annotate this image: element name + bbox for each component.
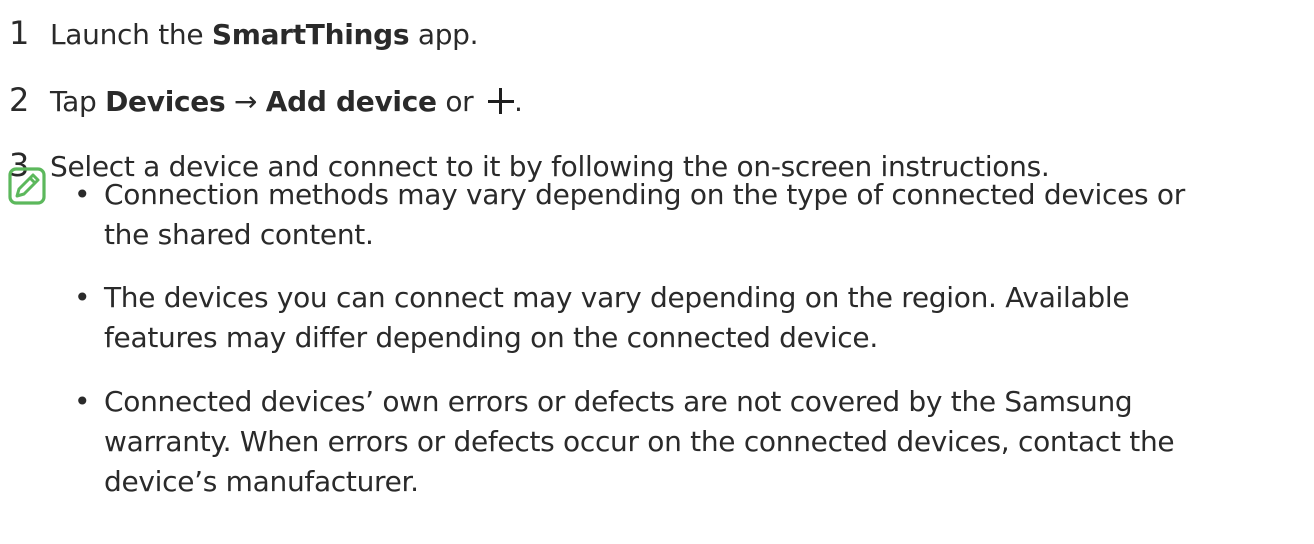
note-bullet-item: • Connection methods may vary depending … [74, 175, 1304, 255]
step-number: 1 [9, 14, 30, 52]
bullet-text-line: The devices you can connect may vary dep… [104, 281, 1130, 314]
document-page: 1 Launch the SmartThings app. 2 Tap Device… [0, 0, 1314, 544]
step-text-plain: app. [409, 18, 479, 51]
step-text: Tap Devices → Add device or . [50, 83, 523, 121]
step-text-plain: Tap [50, 85, 106, 118]
note-bullet-item: • The devices you can connect may vary d… [74, 278, 1304, 358]
bullet-text-line: features may differ depending on the con… [104, 321, 878, 354]
bullet-text-line: Connection methods may vary depending on… [104, 178, 1185, 211]
bullet-dot: • [74, 385, 91, 418]
bullet-text-line: warranty. When errors or defects occur o… [104, 425, 1175, 458]
bullet-text-line: device’s manufacturer. [104, 465, 419, 498]
step-text-plain: . [513, 85, 523, 118]
app-name-smartthings: SmartThings [211, 18, 410, 51]
step-number: 2 [9, 81, 30, 119]
step-text: Launch the SmartThings app. [50, 16, 479, 54]
step-1: 1 Launch the SmartThings app. [0, 14, 479, 54]
arrow-separator: → [225, 85, 266, 118]
plus-icon [487, 88, 514, 114]
bullet-text-line: Connected devices’ own errors or defects… [104, 385, 1133, 418]
step-2: 2 Tap Devices → Add device or . [0, 81, 523, 121]
step-text-plain: or [436, 85, 482, 118]
bullet-text-line: the shared content. [104, 218, 374, 251]
note-bullet-item: • Connected devices’ own errors or defec… [74, 382, 1304, 502]
menu-add-device: Add device [265, 85, 437, 118]
bullet-dot: • [74, 281, 91, 314]
bullet-dot: • [74, 178, 91, 211]
menu-devices: Devices [105, 85, 226, 118]
note-pencil-icon [8, 167, 46, 205]
step-text-plain: Launch the [50, 18, 212, 51]
